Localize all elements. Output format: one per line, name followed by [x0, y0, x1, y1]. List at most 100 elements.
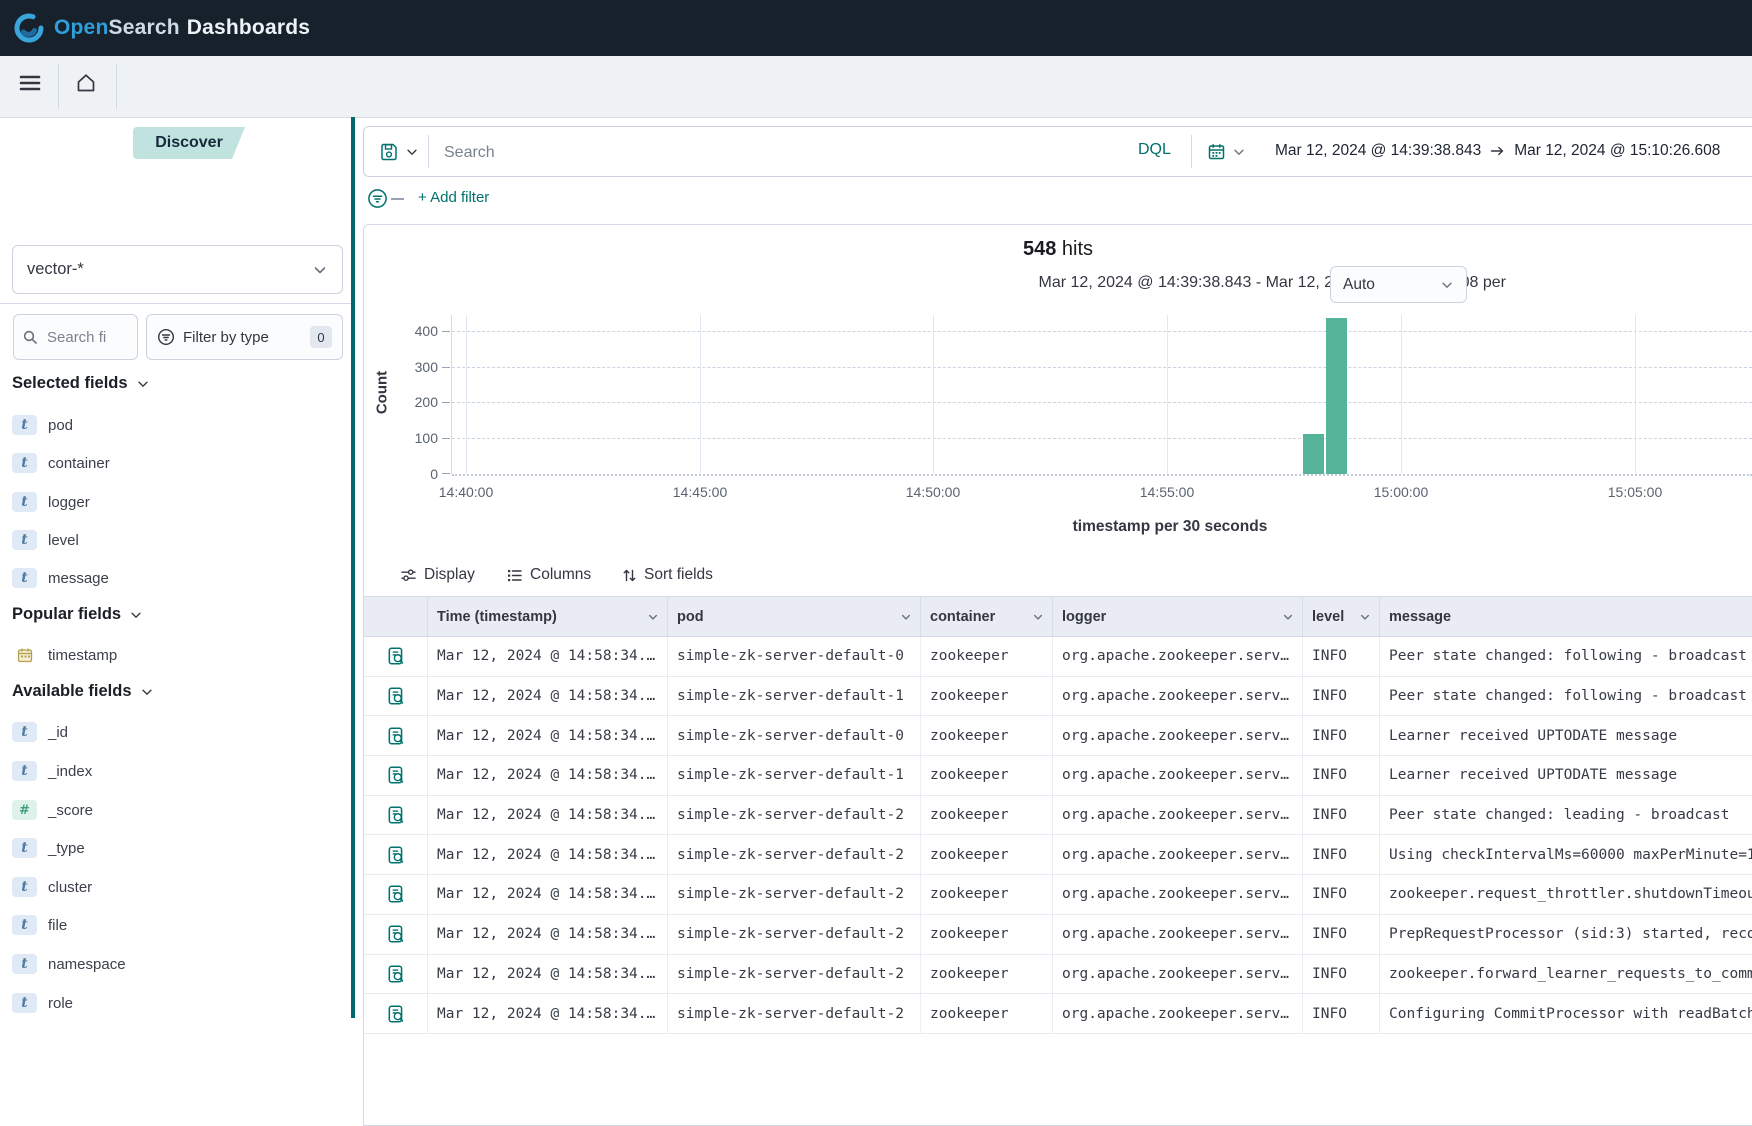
gridline — [1401, 315, 1402, 474]
expand-document-icon[interactable] — [364, 994, 428, 1033]
date-range-start[interactable]: Mar 12, 2024 @ 14:39:38.843 — [1275, 142, 1481, 160]
y-tick — [442, 438, 450, 439]
cell-time: Mar 12, 2024 @ 14:58:34.… — [428, 955, 668, 994]
x-tick-label: 15:05:00 — [1590, 484, 1680, 500]
field-item-cluster[interactable]: tcluster — [12, 877, 92, 897]
expand-document-icon[interactable] — [364, 835, 428, 874]
divider — [116, 64, 117, 109]
nav-bar: Discover Use legacy Discover New Save Op… — [0, 56, 1752, 118]
popular-fields-heading[interactable]: Popular fields — [12, 605, 143, 624]
field-search-box[interactable] — [13, 314, 138, 360]
field-item-type[interactable]: t_type — [12, 838, 85, 858]
index-pattern-select[interactable]: vector-* — [12, 245, 343, 294]
expand-document-icon[interactable] — [364, 875, 428, 914]
cell-level: INFO — [1303, 796, 1380, 835]
display-button[interactable]: Display — [400, 566, 475, 584]
x-tick-label: 14:50:00 — [888, 484, 978, 500]
field-item-level[interactable]: tlevel — [12, 530, 79, 550]
x-tick-label: 15:00:00 — [1356, 484, 1446, 500]
arrow-right-icon — [1490, 145, 1505, 157]
gridline — [452, 331, 1752, 332]
header-logger[interactable]: logger — [1053, 597, 1303, 636]
add-filter-button[interactable]: + Add filter — [418, 189, 489, 206]
filter-icon — [157, 328, 175, 346]
string-type-icon: t — [12, 722, 37, 742]
home-icon[interactable] — [74, 71, 98, 95]
selected-fields-heading[interactable]: Selected fields — [12, 374, 150, 393]
expand-document-icon[interactable] — [364, 677, 428, 716]
query-language-button[interactable]: DQL — [1138, 141, 1171, 159]
chevron-down-icon[interactable] — [405, 145, 419, 159]
gridline — [466, 315, 467, 474]
string-type-icon: t — [12, 492, 37, 512]
cell-container: zookeeper — [921, 994, 1053, 1033]
cell-logger: org.apache.zookeeper.serv… — [1053, 994, 1303, 1033]
header-time[interactable]: Time (timestamp) — [428, 597, 668, 636]
chevron-down-icon — [140, 685, 154, 699]
menu-icon[interactable] — [17, 70, 43, 96]
field-item-index[interactable]: t_index — [12, 761, 92, 781]
cell-level: INFO — [1303, 915, 1380, 954]
sidebar-resize-handle[interactable] — [351, 117, 355, 1018]
cell-time: Mar 12, 2024 @ 14:58:34.… — [428, 756, 668, 795]
cell-pod: simple-zk-server-default-2 — [668, 796, 921, 835]
string-type-icon: t — [12, 954, 37, 974]
field-item-file[interactable]: tfile — [12, 915, 67, 935]
cell-logger: org.apache.zookeeper.serv… — [1053, 915, 1303, 954]
divider — [428, 135, 429, 168]
cell-level: INFO — [1303, 955, 1380, 994]
cell-pod: simple-zk-server-default-1 — [668, 756, 921, 795]
field-item-pod[interactable]: tpod — [12, 415, 73, 435]
index-pattern-value: vector-* — [27, 260, 84, 279]
expand-document-icon[interactable] — [364, 716, 428, 755]
cell-time: Mar 12, 2024 @ 14:58:34.… — [428, 994, 668, 1033]
field-item-role[interactable]: trole — [12, 993, 73, 1013]
field-item-id[interactable]: t_id — [12, 722, 68, 742]
field-item-message[interactable]: tmessage — [12, 568, 109, 588]
app-title: OpenSearchDashboards — [54, 16, 310, 40]
string-type-icon: t — [12, 761, 37, 781]
list-icon — [506, 567, 523, 584]
field-item-score[interactable]: #_score — [12, 800, 93, 820]
interval-select[interactable]: Auto — [1330, 266, 1467, 303]
filter-by-type-label: Filter by type — [183, 329, 269, 346]
header-container[interactable]: container — [921, 597, 1053, 636]
field-item-timestamp[interactable]: timestamp — [12, 645, 117, 665]
cell-container: zookeeper — [921, 756, 1053, 795]
x-axis-line — [452, 474, 1752, 476]
available-fields-heading[interactable]: Available fields — [12, 682, 154, 701]
chevron-down-icon[interactable] — [1232, 145, 1246, 159]
save-query-icon[interactable] — [379, 142, 399, 162]
expand-document-icon[interactable] — [364, 796, 428, 835]
cell-pod: simple-zk-server-default-0 — [668, 637, 921, 676]
expand-document-icon[interactable] — [364, 915, 428, 954]
cell-message: zookeeper.request_throttler.shutdownTime… — [1380, 875, 1752, 914]
breadcrumb[interactable]: Discover — [133, 127, 245, 159]
date-type-icon — [12, 645, 37, 665]
gridline — [700, 315, 701, 474]
header-pod[interactable]: pod — [668, 597, 921, 636]
y-tick-label: 0 — [390, 466, 438, 482]
chevron-down-icon — [129, 608, 143, 622]
filter-menu-icon[interactable] — [367, 188, 388, 209]
header-level[interactable]: level — [1303, 597, 1380, 636]
field-search-input[interactable] — [45, 328, 129, 347]
expand-document-icon[interactable] — [364, 756, 428, 795]
field-item-container[interactable]: tcontainer — [12, 453, 110, 473]
expand-document-icon[interactable] — [364, 637, 428, 676]
columns-button[interactable]: Columns — [506, 566, 591, 584]
results-table: Time (timestamp) pod container logger le… — [364, 596, 1752, 1034]
date-range-end[interactable]: Mar 12, 2024 @ 15:10:26.608 — [1514, 142, 1720, 160]
header-message[interactable]: message — [1380, 597, 1752, 636]
filter-by-type-button[interactable]: Filter by type 0 — [146, 314, 343, 360]
gridline — [452, 402, 1752, 403]
expand-document-icon[interactable] — [364, 955, 428, 994]
histogram-bar[interactable] — [1303, 434, 1324, 474]
search-input[interactable] — [442, 127, 1106, 178]
sort-fields-button[interactable]: Sort fields — [622, 566, 713, 584]
cell-message: Peer state changed: leading - broadcast — [1380, 796, 1752, 835]
field-item-namespace[interactable]: tnamespace — [12, 954, 126, 974]
field-item-logger[interactable]: tlogger — [12, 492, 90, 512]
calendar-icon[interactable] — [1207, 142, 1226, 161]
histogram-bar[interactable] — [1326, 318, 1347, 474]
